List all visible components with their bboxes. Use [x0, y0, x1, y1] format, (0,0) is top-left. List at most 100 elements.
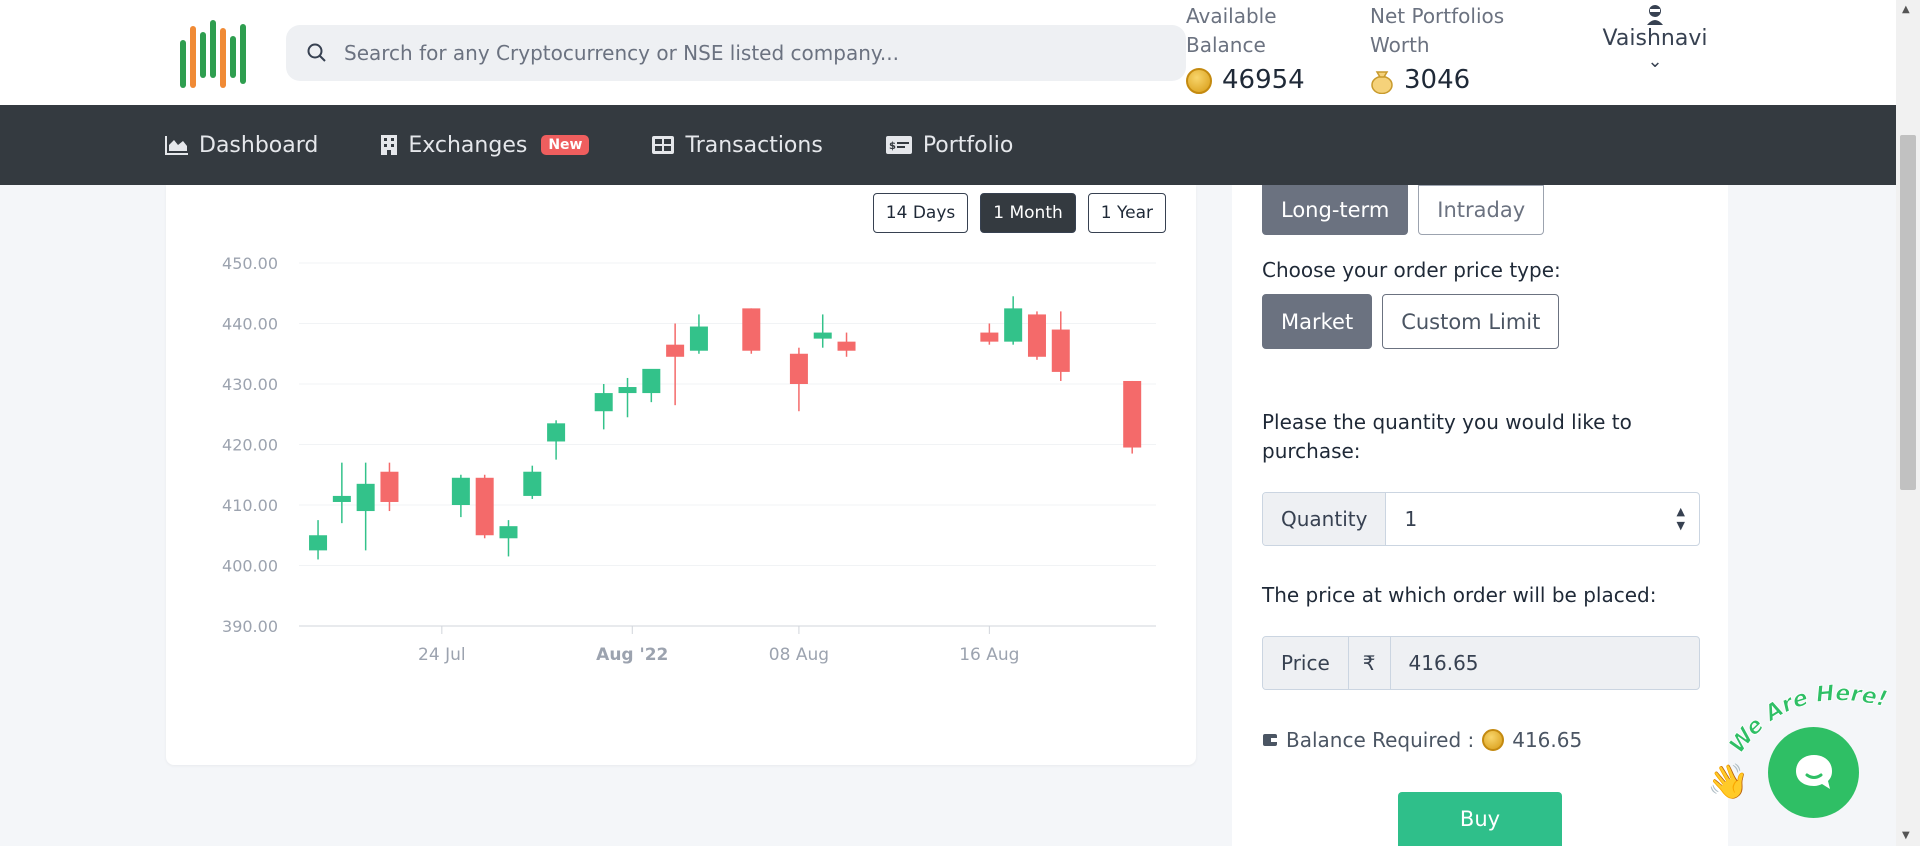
candle-body-up	[356, 483, 375, 512]
candle-body-up	[332, 495, 351, 502]
scroll-up-icon[interactable]: ▲	[1902, 4, 1910, 15]
search-icon	[307, 43, 326, 62]
y-tick-label: 440.00	[222, 315, 278, 334]
building-icon	[381, 135, 398, 155]
money-check-icon: $	[885, 136, 912, 154]
available-balance-label: Available Balance	[1186, 4, 1277, 57]
nav-item-dashboard[interactable]: Dashboard	[165, 133, 318, 158]
chevron-down-icon[interactable]: ⌄	[1600, 53, 1710, 71]
price-group: Price ₹ 416.65	[1262, 636, 1700, 690]
stepper-up-icon[interactable]: ▲	[1677, 505, 1685, 519]
price-prompt: The price at which order will be placed:	[1262, 583, 1657, 607]
price-type-selector: Market Custom Limit	[1262, 294, 1560, 349]
scroll-down-icon[interactable]: ▼	[1902, 830, 1910, 841]
tab-intraday[interactable]: Intraday	[1418, 185, 1545, 235]
balance-required-value: 416.65	[1512, 728, 1583, 752]
price-value: 416.65	[1408, 651, 1479, 675]
market-button[interactable]: Market	[1262, 294, 1373, 349]
y-tick-label: 410.00	[222, 496, 278, 515]
x-tick-label: 08 Aug	[769, 645, 829, 665]
candlestick-chart[interactable]: 450.00 440.00 430.00 420.00 410.00 400.00 390.…	[166, 245, 1196, 705]
svg-text:$: $	[889, 141, 896, 152]
nav-item-exchanges[interactable]: Exchanges New	[380, 132, 590, 158]
price-label: Price	[1263, 637, 1349, 689]
net-portfolio-worth: Net Portfolios Worth 3046	[1370, 2, 1550, 95]
user-menu[interactable]: Vaishnavi ⌄	[1600, 2, 1710, 71]
candle-body-down	[837, 341, 856, 351]
quantity-label: Quantity	[1263, 493, 1387, 545]
candle-body-down	[475, 477, 494, 536]
net-worth-value: 3046	[1404, 65, 1471, 95]
page-scrollbar[interactable]: ▲ ▼	[1896, 0, 1920, 846]
coin-icon	[1186, 67, 1212, 94]
balance-required-label: Balance Required :	[1286, 728, 1475, 752]
price-input: 416.65	[1391, 637, 1699, 689]
buy-button[interactable]: Buy	[1398, 792, 1562, 846]
balance-required: Balance Required : 416.65	[1262, 728, 1582, 752]
nav-item-portfolio[interactable]: $ Portfolio	[885, 133, 1013, 158]
available-balance: Available Balance 46954	[1186, 2, 1336, 95]
main-nav: Dashboard Exchanges New Transactions $ P…	[0, 105, 1896, 185]
candle-body-up	[309, 535, 328, 551]
user-ninja-icon	[1647, 5, 1663, 25]
nav-label-transactions: Transactions	[685, 132, 823, 158]
range-14-days-button[interactable]: 14 Days	[872, 193, 969, 233]
candle-body-down	[742, 308, 761, 351]
net-worth-label: Net Portfolios Worth	[1370, 4, 1505, 57]
wallet-icon	[1263, 734, 1277, 746]
candle-body-up	[813, 332, 832, 339]
custom-limit-button[interactable]: Custom Limit	[1382, 294, 1560, 349]
nav-item-transactions[interactable]: Transactions	[651, 132, 823, 158]
candle-body-up	[523, 471, 542, 496]
price-chart-card: 14 Days 1 Month 1 Year 450.00 440.00 430.0…	[166, 185, 1196, 765]
candle-body-up	[451, 477, 470, 505]
candle-body-up	[689, 326, 708, 351]
quantity-group: Quantity 1 ▲ ▼	[1262, 492, 1700, 546]
candle-body-down	[1123, 380, 1142, 448]
order-panel: Long-term Intraday Choose your order pri…	[1232, 185, 1728, 846]
x-tick-label: 16 Aug	[959, 645, 1019, 665]
candle-body-down	[789, 353, 808, 384]
stepper-down-icon[interactable]: ▼	[1677, 519, 1685, 533]
tab-long-term[interactable]: Long-term	[1262, 185, 1409, 235]
chat-bubble-icon	[1795, 754, 1832, 789]
available-balance-value: 46954	[1222, 65, 1305, 95]
table-icon	[652, 136, 675, 154]
quantity-stepper[interactable]: ▲ ▼	[1677, 505, 1685, 533]
order-type-tabs: Long-term Intraday	[1262, 185, 1545, 235]
range-1-year-button[interactable]: 1 Year	[1087, 193, 1166, 233]
candle-body-up	[499, 526, 518, 539]
candle-body-down	[980, 332, 999, 342]
x-tick-label: Aug '22	[596, 645, 668, 665]
quantity-input[interactable]: 1 ▲ ▼	[1386, 493, 1699, 545]
nav-label-exchanges: Exchanges	[408, 132, 528, 158]
candle-body-down	[1027, 314, 1046, 357]
candle-body-up	[618, 387, 637, 394]
candle-body-up	[547, 423, 566, 442]
candle-body-up	[594, 393, 613, 412]
search-input[interactable]	[344, 41, 1164, 65]
top-header: Available Balance 46954 Net Portfolios W…	[0, 0, 1896, 105]
y-tick-label: 450.00	[222, 254, 278, 273]
quantity-prompt: Please the quantity you would like to pu…	[1262, 410, 1632, 463]
nav-label-dashboard: Dashboard	[199, 132, 319, 158]
y-tick-label: 430.00	[222, 375, 278, 394]
chat-button[interactable]	[1768, 727, 1859, 818]
candle-body-up	[1004, 308, 1023, 342]
quantity-value: 1	[1404, 507, 1418, 531]
candle-body-up	[642, 368, 661, 394]
money-bag-icon	[1371, 70, 1393, 94]
y-tick-label: 420.00	[222, 436, 278, 455]
candle-body-down	[666, 344, 685, 357]
range-1-month-button[interactable]: 1 Month	[980, 193, 1076, 233]
x-tick-label: 24 Jul	[418, 645, 466, 665]
search-bar[interactable]	[286, 25, 1186, 81]
y-tick-label: 400.00	[222, 557, 278, 576]
scrollbar-thumb[interactable]	[1900, 135, 1916, 490]
range-selector: 14 Days 1 Month 1 Year	[872, 193, 1166, 233]
coin-icon	[1482, 729, 1505, 751]
waving-hand-icon: 👋	[1707, 762, 1750, 802]
app-logo[interactable]	[178, 18, 250, 90]
candle-body-down	[380, 471, 399, 502]
candle-body-down	[1051, 329, 1070, 372]
